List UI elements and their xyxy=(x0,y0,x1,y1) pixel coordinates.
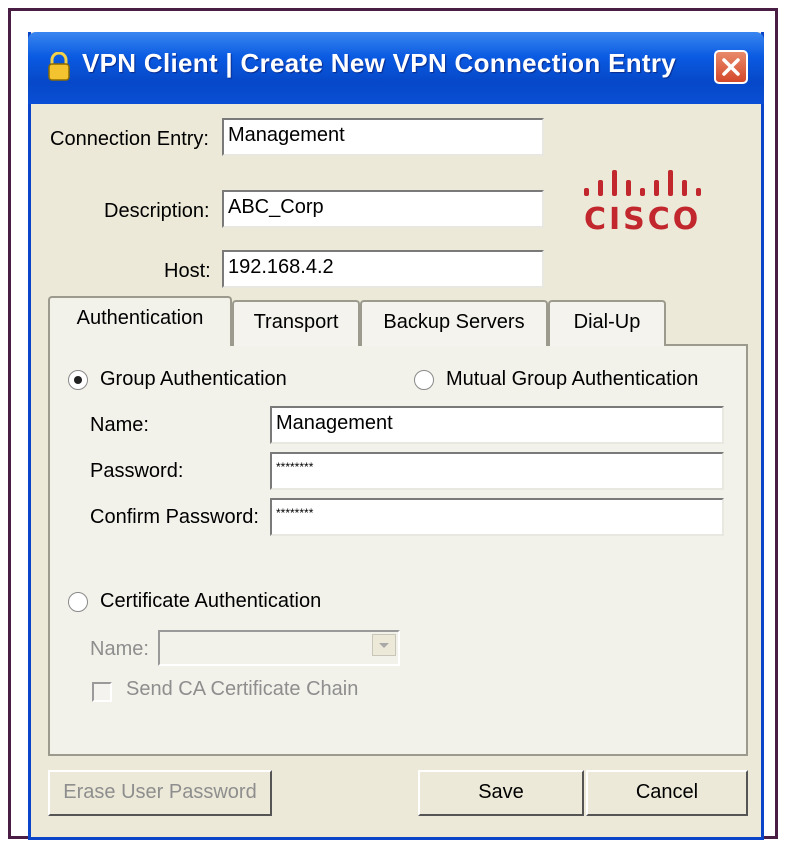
mutual-group-auth-label: Mutual Group Authentication xyxy=(446,368,699,390)
window-title: VPN Client | Create New VPN Connection E… xyxy=(82,48,677,78)
confirm-password-label: Confirm Password: xyxy=(90,506,259,528)
group-auth-label: Group Authentication xyxy=(100,368,287,390)
erase-password-button[interactable]: Erase User Password xyxy=(48,770,272,816)
cisco-wordmark: CISCO xyxy=(584,202,702,237)
tab-dial-up[interactable]: Dial-Up xyxy=(548,300,666,346)
save-button[interactable]: Save xyxy=(418,770,584,816)
group-name-label: Name: xyxy=(90,414,149,436)
cert-auth-label: Certificate Authentication xyxy=(100,590,322,612)
cert-name-select[interactable] xyxy=(158,630,400,666)
tab-backup-servers[interactable]: Backup Servers xyxy=(360,300,548,346)
mutual-group-auth-radio[interactable] xyxy=(414,370,434,390)
send-ca-chain-label: Send CA Certificate Chain xyxy=(126,678,359,700)
description-input[interactable]: ABC_Corp xyxy=(222,190,544,228)
group-name-input[interactable]: Management xyxy=(270,406,724,444)
tab-transport[interactable]: Transport xyxy=(232,300,360,346)
send-ca-chain-checkbox[interactable] xyxy=(92,682,112,702)
connection-entry-input[interactable]: Management xyxy=(222,118,544,156)
host-input[interactable]: 192.168.4.2 xyxy=(222,250,544,288)
group-auth-radio[interactable] xyxy=(68,370,88,390)
title-bar[interactable]: VPN Client | Create New VPN Connection E… xyxy=(28,32,764,104)
connection-entry-label: Connection Entry: xyxy=(50,128,209,150)
confirm-password-input[interactable]: ******** xyxy=(270,498,724,536)
lock-icon xyxy=(48,52,70,81)
password-input[interactable]: ******** xyxy=(270,452,724,490)
description-label: Description: xyxy=(104,200,210,222)
cert-name-label: Name: xyxy=(90,638,149,660)
chevron-down-icon[interactable] xyxy=(372,634,396,656)
password-label: Password: xyxy=(90,460,184,482)
close-button[interactable] xyxy=(714,50,748,84)
close-icon xyxy=(722,58,740,76)
cancel-button[interactable]: Cancel xyxy=(586,770,748,816)
radio-selected-dot xyxy=(74,376,82,384)
tab-authentication[interactable]: Authentication xyxy=(48,296,232,346)
host-label: Host: xyxy=(164,260,211,282)
cisco-logo: CISCO xyxy=(576,166,722,245)
cert-auth-radio[interactable] xyxy=(68,592,88,612)
